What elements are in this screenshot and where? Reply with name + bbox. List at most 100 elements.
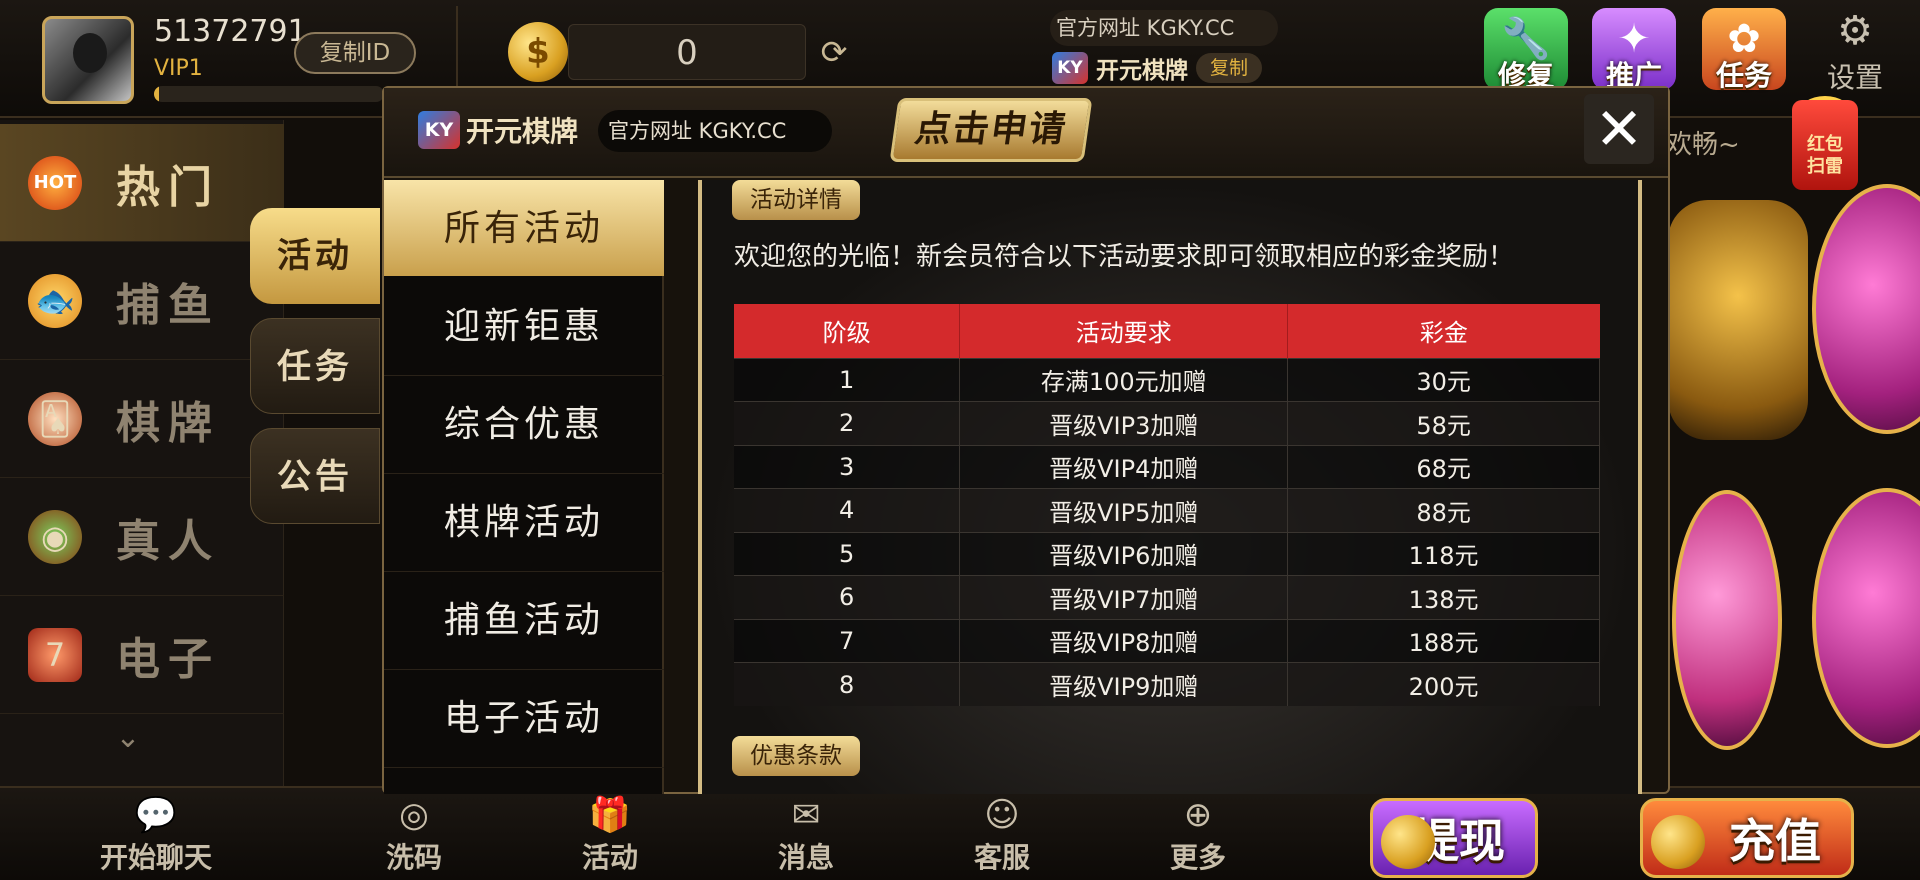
withdraw-button[interactable]: 提现 xyxy=(1370,798,1538,878)
marquee-text: 欢畅~ xyxy=(1666,130,1740,160)
category-slots[interactable]: 电子活动 xyxy=(384,670,664,768)
support-button[interactable]: ☺ 客服 xyxy=(922,794,1082,878)
column-header-bonus: 彩金 xyxy=(1287,304,1600,358)
repair-button[interactable]: 🔧 修复 xyxy=(1484,8,1568,92)
fish-icon: 🐟 xyxy=(28,273,82,328)
nav-item-live[interactable]: ◉ 真人 xyxy=(0,478,284,596)
bonus-cell: 118元 xyxy=(1287,531,1600,576)
activities-button[interactable]: 🎁 活动 xyxy=(530,794,690,878)
activity-detail-panel: 活动详情 欢迎您的光临！新会员符合以下活动要求即可领取相应的彩金奖励！ 阶级 活… xyxy=(698,180,1642,794)
nav-label-live: 真人 xyxy=(116,515,220,567)
level-cell: 6 xyxy=(734,575,961,619)
support-label: 客服 xyxy=(973,841,1030,874)
plus-icon: ⊕ xyxy=(1183,795,1213,835)
support-icon: ☺ xyxy=(984,795,1020,835)
gift-icon: 🎁 xyxy=(588,795,632,835)
refresh-icon[interactable]: ⟳ xyxy=(816,34,852,70)
bonus-cell: 68元 xyxy=(1287,444,1600,489)
cards-icon: 🂡 xyxy=(28,391,82,446)
settings-button[interactable]: ⚙ 设置 xyxy=(1812,8,1898,94)
vip-progress-fill xyxy=(154,86,159,102)
level-cell: 8 xyxy=(734,662,961,706)
category-fishing[interactable]: 捕鱼活动 xyxy=(384,572,664,670)
bonus-cell: 88元 xyxy=(1287,488,1600,532)
game-tile-four-card[interactable] xyxy=(1812,488,1920,748)
modal-brand-name: 开元棋牌 xyxy=(466,115,579,148)
requirement-cell: 晋级VIP8加赠 xyxy=(959,618,1289,663)
nav-item-cards[interactable]: 🂡 棋牌 xyxy=(0,360,284,478)
recharge-button[interactable]: 充值 xyxy=(1640,798,1854,878)
column-header-level: 阶级 xyxy=(734,304,961,358)
table-row: 5 晋级VIP6加赠 118元 xyxy=(734,531,1600,576)
bonus-cell: 200元 xyxy=(1287,662,1600,706)
nav-item-hot[interactable]: HOT 热门 xyxy=(0,124,284,242)
nav-label-cards: 棋牌 xyxy=(116,397,220,449)
chat-icon: 💬 xyxy=(134,795,178,835)
requirement-cell: 晋级VIP7加赠 xyxy=(959,575,1289,619)
table-row: 7 晋级VIP8加赠 188元 xyxy=(734,618,1600,663)
game-tile-points[interactable] xyxy=(1672,490,1782,750)
chevron-down-icon[interactable]: ⌄ xyxy=(108,720,148,760)
nav-item-slots[interactable]: 7 电子 xyxy=(0,596,284,714)
chat-label: 开始聊天 xyxy=(99,841,212,874)
modal-brand-logo: KY xyxy=(418,111,460,149)
tasks-button[interactable]: ✿ 任务 xyxy=(1702,8,1786,92)
details-tag: 活动详情 xyxy=(732,180,860,220)
table-header-row: 阶级 活动要求 彩金 xyxy=(734,304,1600,358)
level-cell: 3 xyxy=(734,444,961,489)
table-row: 2 晋级VIP3加赠 58元 xyxy=(734,401,1600,445)
brand-name: 开元棋牌 xyxy=(1096,58,1188,84)
balance-value: 0 xyxy=(568,24,806,80)
chat-button[interactable]: 💬 开始聊天 xyxy=(76,794,236,878)
hot-icon: HOT xyxy=(28,155,82,210)
avatar[interactable] xyxy=(42,16,134,104)
bottom-bar: 💬 开始聊天 ◎ 洗码 🎁 活动 ✉ 消息 ☺ 客服 ⊕ 更多 提现 充值 xyxy=(0,786,1920,880)
category-general[interactable]: 综合优惠 xyxy=(384,376,664,474)
activities-modal: KY 开元棋牌 官方网址 KGKY.CC 点击申请 ✕ 所有活动 迎新钜惠 综合… xyxy=(382,86,1670,794)
game-category-nav: HOT 热门 🐟 捕鱼 🂡 棋牌 ◉ 真人 7 电子 ⌄ xyxy=(0,120,284,786)
nav-item-fishing[interactable]: 🐟 捕鱼 xyxy=(0,242,284,360)
activity-intro: 欢迎您的光临！新会员符合以下活动要求即可领取相应的彩金奖励！ xyxy=(734,242,1515,272)
level-cell: 5 xyxy=(734,531,961,576)
more-label: 更多 xyxy=(1169,841,1226,874)
level-cell: 1 xyxy=(734,357,961,402)
table-row: 6 晋级VIP7加赠 138元 xyxy=(734,575,1600,619)
modal-brand: KY 开元棋牌 xyxy=(418,110,578,150)
copy-id-button[interactable]: 复制ID xyxy=(294,32,416,74)
more-button[interactable]: ⊕ 更多 xyxy=(1118,794,1278,878)
nav-label-slots: 电子 xyxy=(116,633,220,685)
requirement-cell: 晋级VIP9加赠 xyxy=(959,662,1289,706)
vip-progress-bar xyxy=(154,86,384,102)
red-envelope-minesweeper-button[interactable]: 红包 扫雷 xyxy=(1792,100,1858,190)
mail-icon: ✉ xyxy=(791,795,821,835)
tab-activities[interactable]: 活动 xyxy=(250,208,380,304)
terms-tag: 优惠条款 xyxy=(732,736,860,776)
requirement-cell: 晋级VIP6加赠 xyxy=(959,531,1289,576)
copy-url-button[interactable]: 复制 xyxy=(1196,53,1263,83)
category-all[interactable]: 所有活动 xyxy=(384,180,664,276)
bonus-cell: 188元 xyxy=(1287,618,1600,663)
apply-button[interactable]: 点击申请 xyxy=(889,98,1093,162)
coin-stack-icon xyxy=(1381,815,1435,869)
close-icon[interactable]: ✕ xyxy=(1584,94,1654,164)
recharge-label: 充值 xyxy=(1729,814,1821,868)
brand-logo: KY xyxy=(1052,52,1088,84)
tab-tasks[interactable]: 任务 xyxy=(250,318,380,414)
table-row: 4 晋级VIP5加赠 88元 xyxy=(734,488,1600,532)
requirement-cell: 晋级VIP3加赠 xyxy=(959,401,1289,445)
bonus-cell: 58元 xyxy=(1287,401,1600,445)
tab-announcements[interactable]: 公告 xyxy=(250,428,380,524)
rebate-button[interactable]: ◎ 洗码 xyxy=(334,794,494,878)
category-cards[interactable]: 棋牌活动 xyxy=(384,474,664,572)
modal-site-url: 官方网址 KGKY.CC xyxy=(598,110,832,152)
tasks-label: 任务 xyxy=(1715,59,1772,92)
category-welcome[interactable]: 迎新钜惠 xyxy=(384,278,664,376)
dragon-game-tile[interactable] xyxy=(1668,200,1808,440)
live-icon: ◉ xyxy=(28,509,82,564)
messages-button[interactable]: ✉ 消息 xyxy=(726,794,886,878)
game-tile-three-card[interactable] xyxy=(1812,184,1920,434)
bonus-cell: 138元 xyxy=(1287,575,1600,619)
rebate-label: 洗码 xyxy=(385,841,442,874)
promote-button[interactable]: ✦ 推广 xyxy=(1592,8,1676,92)
brand-row: KY 开元棋牌 复制 xyxy=(1052,50,1263,86)
